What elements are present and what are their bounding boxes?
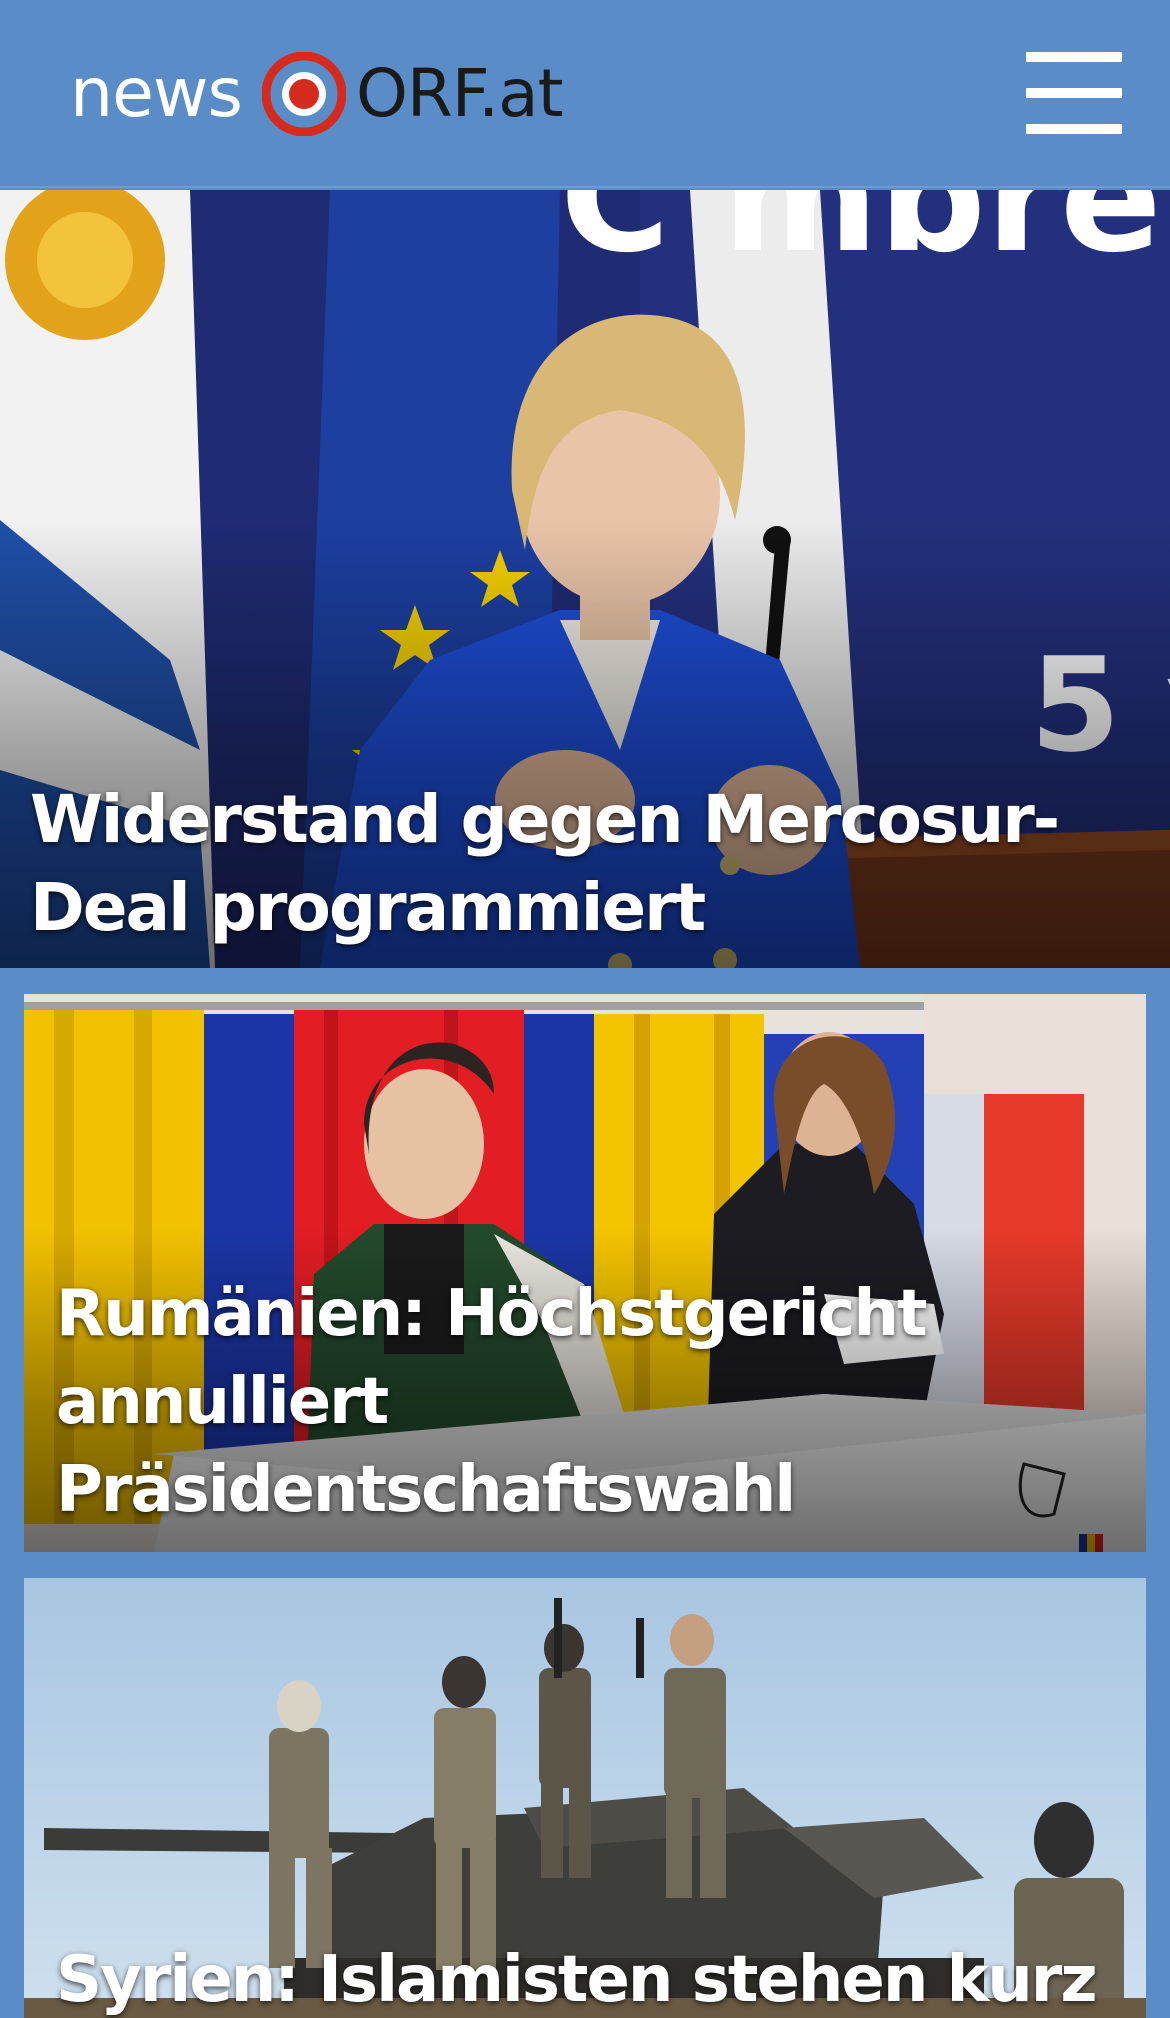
article-headline[interactable]: Rumänien: Höchstgericht annulliert Präsi… — [56, 1270, 1126, 1534]
svg-text:C mbre: C mbre — [560, 190, 1162, 286]
article-card-mercosur[interactable]: C mbre 5 y Widerstand gegen Mercosur-Dea… — [0, 190, 1170, 968]
article-card-syria[interactable]: Syrien: Islamisten stehen kurz vor — [24, 1578, 1146, 2018]
logo-orf-text: ORF.at — [355, 55, 563, 132]
app-header: news ORF.at — [0, 0, 1170, 188]
article-card-romania[interactable]: Rumänien: Höchstgericht annulliert Präsi… — [24, 994, 1146, 1552]
orf-news-logo[interactable]: news ORF.at — [70, 46, 563, 142]
orf-eye-icon — [261, 52, 346, 136]
logo-news-text: news — [70, 54, 243, 133]
hamburger-menu-icon[interactable] — [1026, 52, 1122, 134]
article-headline[interactable]: Syrien: Islamisten stehen kurz vor — [56, 1936, 1126, 2018]
article-headline[interactable]: Widerstand gegen Mercosur-Deal programmi… — [30, 776, 1140, 952]
